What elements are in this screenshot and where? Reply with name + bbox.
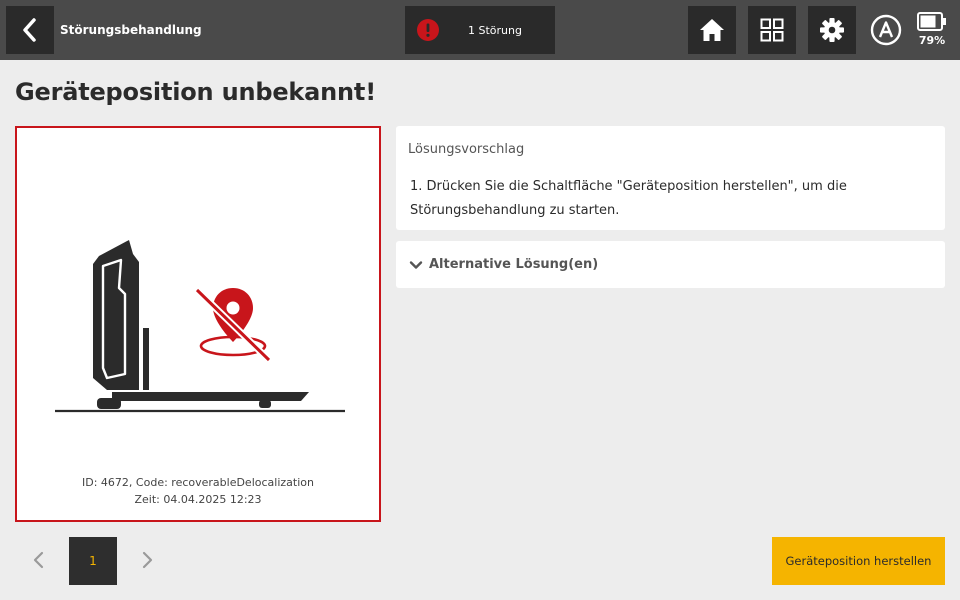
top-bar: Störungsbehandlung 1 Störung 79% xyxy=(0,0,960,60)
alternative-solutions-toggle[interactable]: Alternative Lösung(en) xyxy=(396,241,945,288)
fault-count-button[interactable]: 1 Störung xyxy=(405,6,555,54)
home-icon xyxy=(700,19,724,41)
settings-button[interactable] xyxy=(808,6,856,54)
fault-count-label: 1 Störung xyxy=(468,23,522,37)
back-button[interactable] xyxy=(6,6,54,54)
pager-current-page[interactable]: 1 xyxy=(69,537,117,585)
fault-id-code: ID: 4672, Code: recoverableDelocalizatio… xyxy=(82,476,314,489)
pager-prev-icon[interactable] xyxy=(28,549,50,571)
chevron-down-icon xyxy=(409,260,423,269)
fault-meta: ID: 4672, Code: recoverableDelocalizatio… xyxy=(17,474,379,508)
grid-icon xyxy=(760,18,784,42)
pallet-truck-no-location-illustration xyxy=(55,240,345,413)
chevron-left-icon xyxy=(23,18,36,42)
gear-icon xyxy=(820,18,844,42)
solution-text: 1. Drücken Sie die Schaltfläche "Gerätep… xyxy=(410,179,847,218)
solution-heading: Lösungsvorschlag xyxy=(408,142,525,157)
auto-mode-icon xyxy=(870,14,902,46)
alternative-solutions-label: Alternative Lösung(en) xyxy=(429,257,599,272)
pager-next-icon[interactable] xyxy=(136,549,158,571)
battery-percentage: 79% xyxy=(918,34,946,47)
grid-menu-button[interactable] xyxy=(748,6,796,54)
solution-panel: Lösungsvorschlag 1. Drücken Sie die Scha… xyxy=(396,126,945,230)
fault-image-card: ID: 4672, Code: recoverableDelocalizatio… xyxy=(15,126,381,522)
page-title: Geräteposition unbekannt! xyxy=(15,78,376,106)
header-title: Störungsbehandlung xyxy=(60,23,202,37)
home-button[interactable] xyxy=(688,6,736,54)
fault-timestamp: Zeit: 04.04.2025 12:23 xyxy=(134,493,262,506)
truck-forks xyxy=(112,392,309,401)
restore-position-button[interactable]: Geräteposition herstellen xyxy=(772,537,945,585)
battery-icon xyxy=(917,12,946,31)
battery-status: 79% xyxy=(914,12,950,47)
